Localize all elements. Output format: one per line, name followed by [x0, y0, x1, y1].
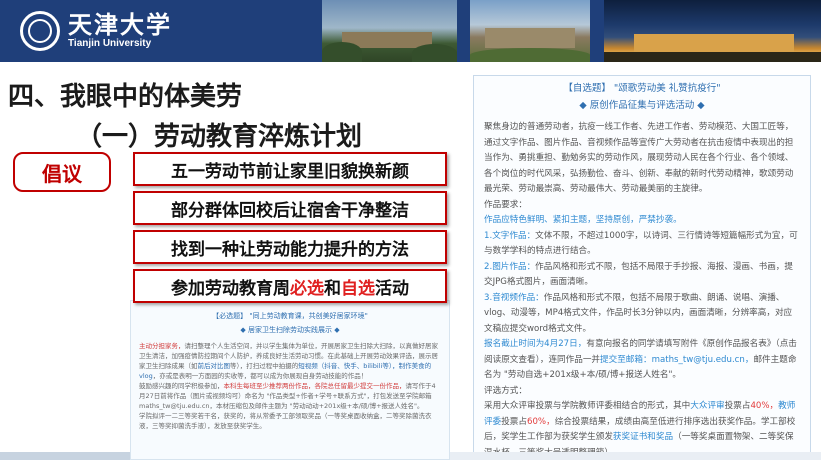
- optional-task-heading: 【自选题】 "颂歌劳动美 礼赞抗疫行": [563, 83, 721, 94]
- plan-item-3: 找到一种让劳动能力提升的方法: [133, 230, 447, 264]
- requirement-image: 2.图片作品：作品风格和形式不限，包括不局限于手抄报、海报、漫画、书画，提交JP…: [484, 261, 793, 288]
- optional-task-notice: 【自选题】 "颂歌劳动美 礼赞抗疫行" ◆ 原创作品征集与评选活动 ◆ 聚焦身边…: [473, 75, 811, 460]
- required-task-paragraph-2: 鼓励感兴趣的同学积极参加，本科生每班至少推荐两份作品，各院总任留最少提交一份作品…: [139, 382, 436, 410]
- optional-task-subheading: ◆ 原创作品征集与评选活动 ◆: [579, 100, 705, 111]
- requirements-label: 作品要求：: [484, 199, 527, 210]
- plan-item-2: 部分群体回校后让宿舍干净整洁: [133, 191, 447, 225]
- plan-item-4-pre: 参加劳动教育周: [171, 278, 290, 299]
- university-logo: 天津大学 Tianjin University: [20, 8, 220, 54]
- university-seal-icon: [20, 11, 60, 51]
- plan-item-4: 参加劳动教育周 必选和自选 活动: [133, 269, 447, 303]
- plan-item-4-optional: 自选: [341, 278, 375, 299]
- logo-chinese-name: 天津大学: [68, 10, 172, 39]
- plan-item-4-and: 和: [324, 278, 341, 299]
- proposal-badge: 倡议: [13, 152, 111, 192]
- requirements-highlight: 作品应特色鲜明、紧扣主题，坚持原创，严禁抄袭。: [484, 215, 682, 225]
- plan-item-4-post: 活动: [375, 278, 409, 299]
- section-title: 四、我眼中的体美劳: [8, 82, 243, 112]
- submit-email-label: 提交至邮箱：: [600, 354, 652, 365]
- optional-task-intro: 聚焦身边的普通劳动者，抗疫一线工作者、先进工作者、劳动模范、大国工匠等，通过文字…: [484, 122, 794, 194]
- logo-english-name: Tianjin University: [68, 38, 152, 49]
- plan-item-4-required: 必选: [290, 278, 324, 299]
- deadline-paragraph: 报名截止时间为4月27日，有意向报名的同学请填写附件《原创作品报名表》（点击阅读…: [484, 339, 797, 380]
- footer-strip-left: [0, 452, 150, 460]
- plan-item-1: 五一劳动节前让家里旧貌换新颜: [133, 152, 447, 186]
- campus-photo-3: [604, 0, 821, 62]
- section-subtitle: （一）劳动教育淬炼计划: [76, 122, 363, 152]
- submit-email-link[interactable]: maths_tw@tju.edu.cn，: [652, 355, 754, 365]
- requirement-video: 3.音视频作品：作品风格和形式不限，包括不局限于歌曲、朗诵、说唱、演播、vlog…: [484, 292, 793, 334]
- required-task-paragraph-3: 学院拟评一二三等奖若干名，获奖的，将从常委予工部领取奖品（一等奖桌面收纳盒，二等…: [139, 412, 432, 430]
- campus-photo-2: [470, 0, 590, 62]
- required-task-subheading: ◆ 居家卫生扫除劳动实践展示 ◆: [240, 326, 340, 334]
- requirement-text: 1.文字作品：文体不限，不超过1000字，以诗词、三行情诗等短篇幅形式为宜，可与…: [484, 230, 798, 257]
- required-task-notice: 【必选题】 "同上劳动教育课，共创美好居家环境" ◆ 居家卫生扫除劳动实践展示 …: [130, 300, 450, 460]
- evaluation-label: 评选方式：: [484, 385, 527, 396]
- campus-photo-1: [322, 0, 457, 62]
- required-task-heading: 【必选题】 "同上劳动教育课，共创美好居家环境": [212, 312, 368, 320]
- required-task-paragraph-1: 主动分担家务，请扫整理个人生活空间，并以学生集体为单位，开展居家卫生扫除大扫除，…: [139, 342, 438, 380]
- header-banner: 天津大学 Tianjin University: [0, 0, 821, 62]
